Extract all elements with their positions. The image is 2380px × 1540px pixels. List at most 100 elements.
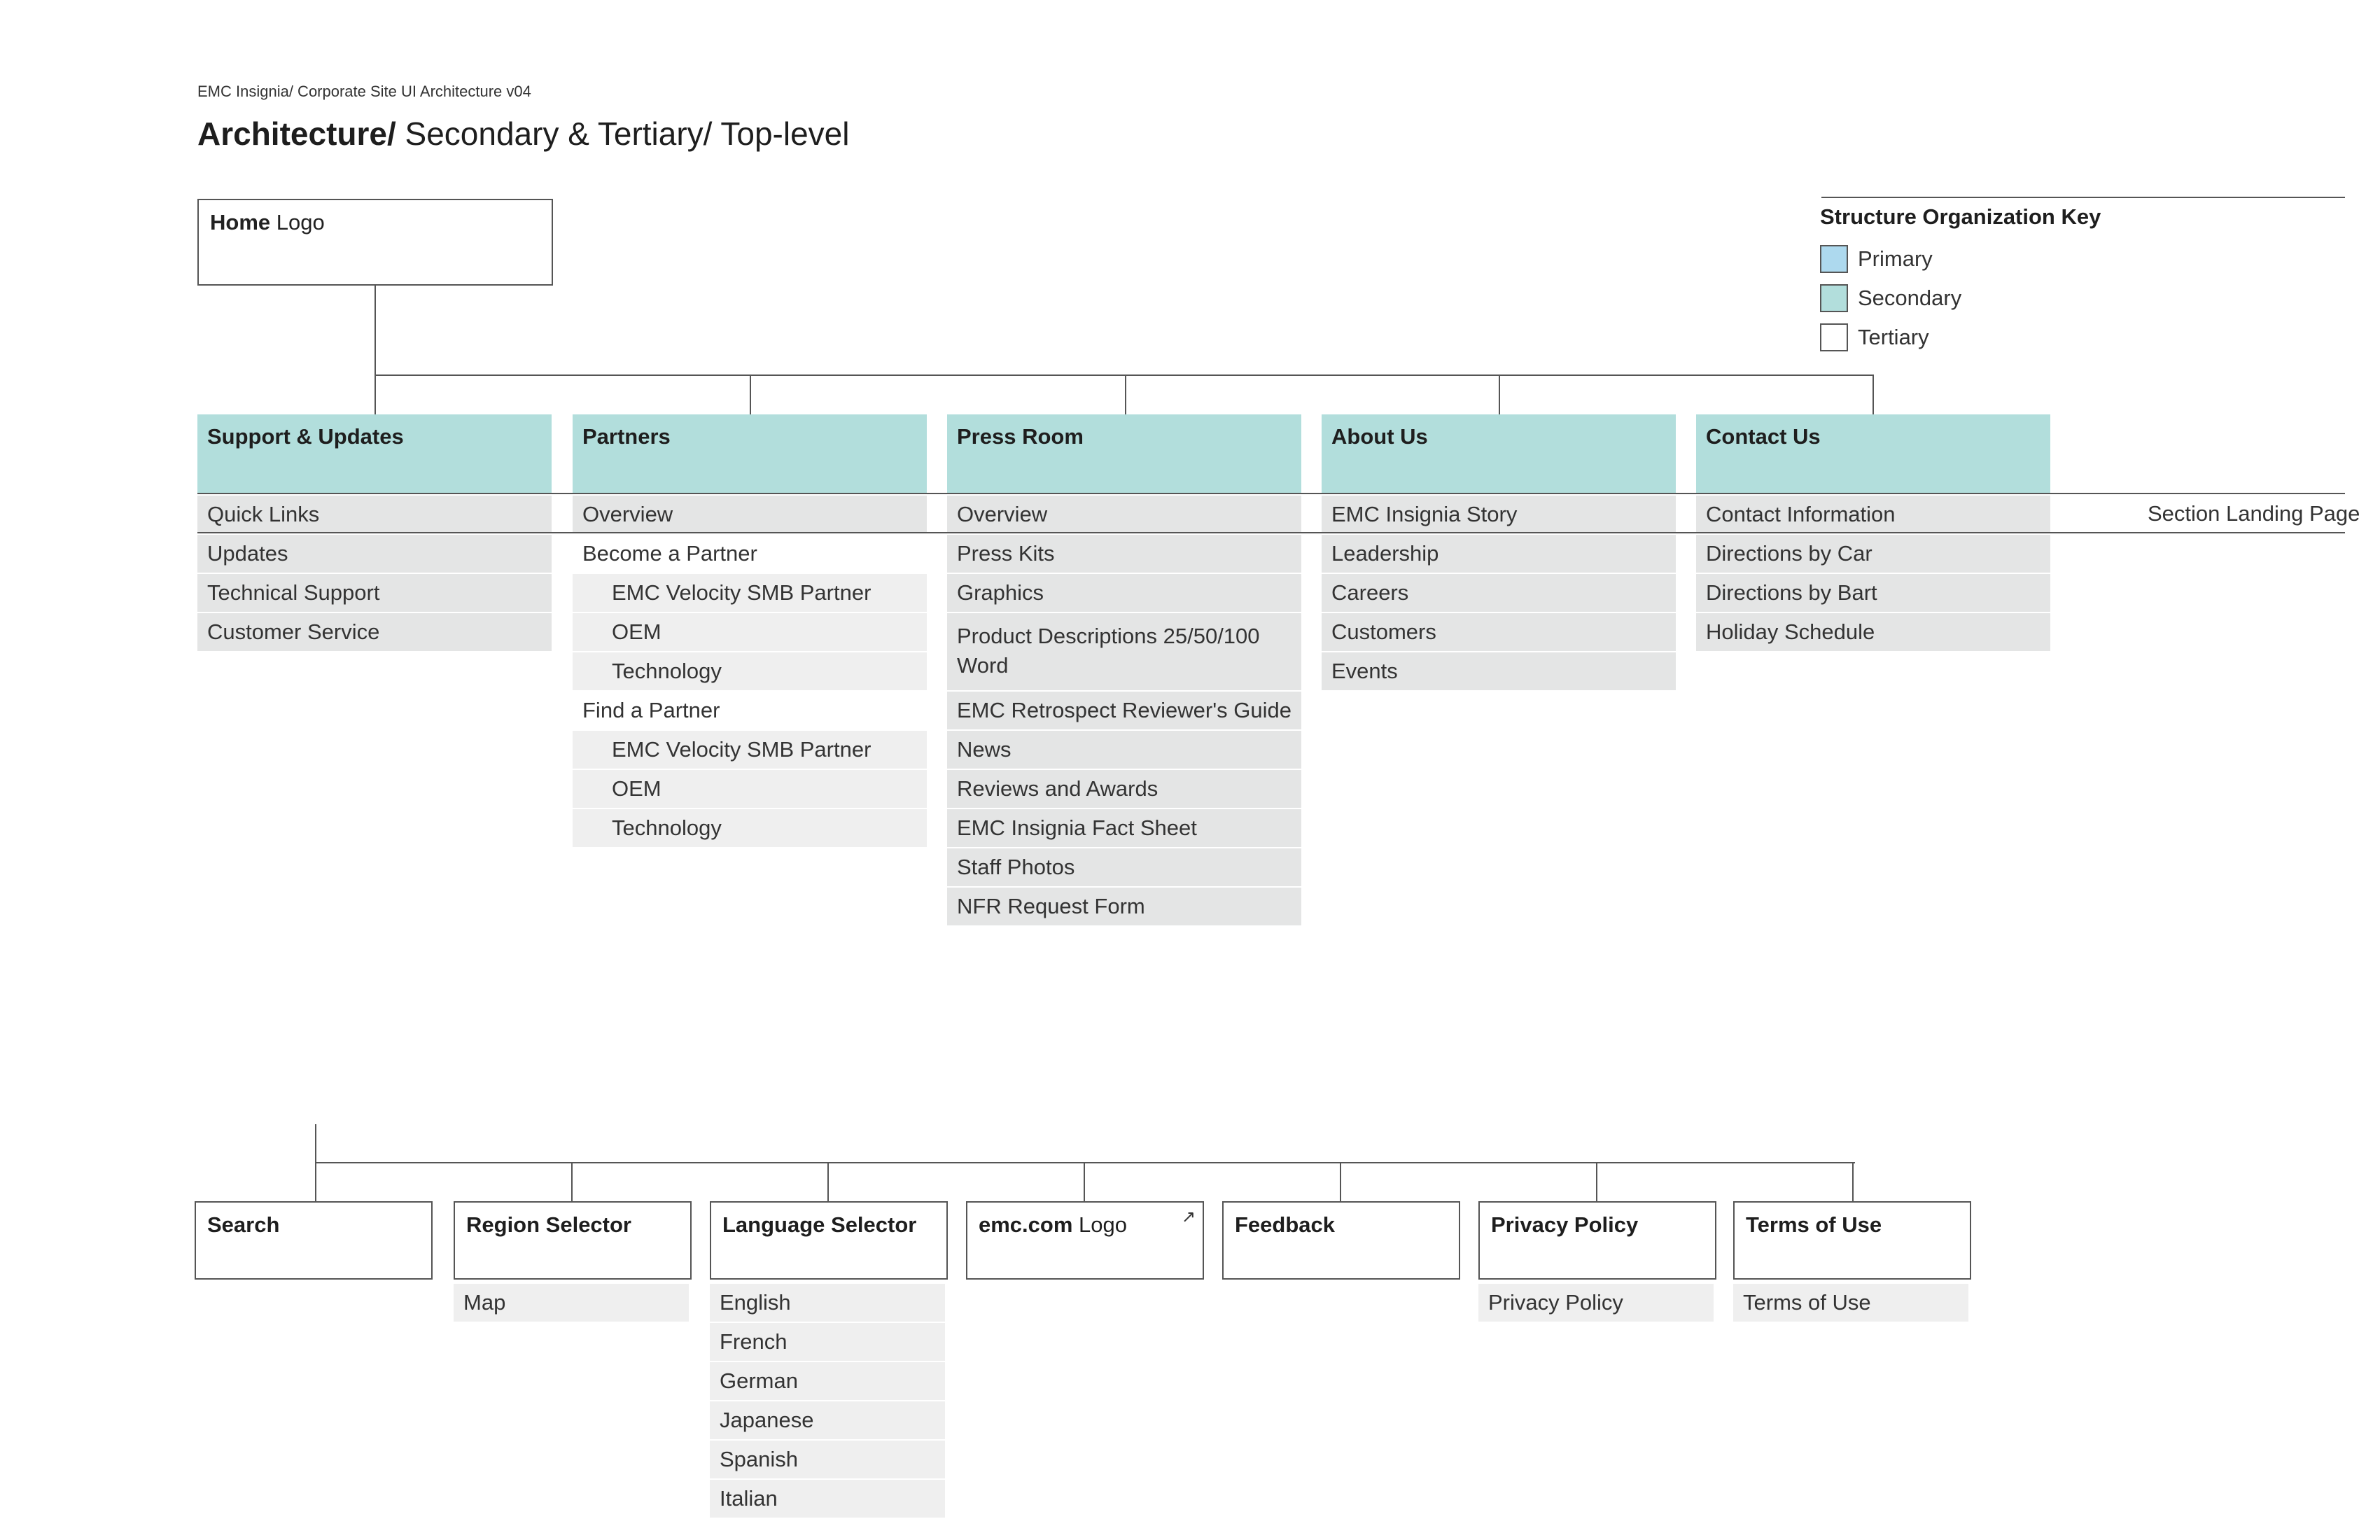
list-item[interactable]: Customers <box>1322 613 1676 651</box>
utility-connector-horizontal <box>315 1162 1855 1163</box>
list-item[interactable]: Privacy Policy <box>1478 1284 1714 1322</box>
tertiary-swatch <box>1820 323 1848 351</box>
language-selector-list: English French German Japanese Spanish I… <box>710 1284 945 1519</box>
section-landing-page-label: Section Landing Page <box>2148 501 2360 526</box>
utility-terms-label: Terms of Use <box>1746 1212 1882 1237</box>
utility-privacy-label: Privacy Policy <box>1491 1212 1639 1237</box>
list-item[interactable]: Overview <box>573 496 927 533</box>
list-item[interactable]: Technical Support <box>197 574 552 612</box>
primary-swatch <box>1820 245 1848 273</box>
list-item[interactable]: Staff Photos <box>947 848 1301 886</box>
list-item[interactable]: Technology <box>573 809 927 847</box>
section-about-us[interactable]: About Us <box>1322 414 1676 493</box>
about-us-list: EMC Insignia Story Leadership Careers Cu… <box>1322 496 1676 692</box>
list-item[interactable]: Press Kits <box>947 535 1301 573</box>
region-selector-list: Map <box>454 1284 689 1323</box>
external-link-icon: ↗ <box>1181 1208 1196 1226</box>
connector-home <box>374 286 376 416</box>
list-item[interactable]: Careers <box>1322 574 1676 612</box>
list-item[interactable]: Quick Links <box>197 496 552 533</box>
connector-about-us <box>1499 374 1500 416</box>
utility-region-selector[interactable]: Region Selector <box>454 1201 692 1280</box>
utility-language-label: Language Selector <box>722 1212 917 1237</box>
list-item[interactable]: Updates <box>197 535 552 573</box>
utility-connector-region <box>571 1162 573 1203</box>
list-item[interactable]: OEM <box>573 770 927 808</box>
section-partners[interactable]: Partners <box>573 414 927 493</box>
utility-search-label: Search <box>207 1212 280 1237</box>
list-item[interactable]: Contact Information <box>1696 496 2050 533</box>
landing-band-bottom-line <box>197 532 2345 533</box>
utility-connector-privacy <box>1596 1162 1597 1203</box>
utility-emc-logo-label: Logo <box>1072 1212 1127 1237</box>
section-contact-us[interactable]: Contact Us <box>1696 414 2050 493</box>
title-rest: Secondary & Tertiary/ Top-level <box>396 115 850 152</box>
key-title: Structure Organization Key <box>1820 204 2101 229</box>
list-item[interactable]: Terms of Use <box>1733 1284 1968 1322</box>
list-item[interactable]: News <box>947 731 1301 769</box>
list-item[interactable]: Events <box>1322 652 1676 690</box>
list-item[interactable]: Reviews and Awards <box>947 770 1301 808</box>
list-item[interactable]: Customer Service <box>197 613 552 651</box>
list-item[interactable]: English <box>710 1284 945 1322</box>
list-item[interactable]: Leadership <box>1322 535 1676 573</box>
page-title: Architecture/ Secondary & Tertiary/ Top-… <box>197 115 849 153</box>
list-item[interactable]: Directions by Bart <box>1696 574 2050 612</box>
landing-band-top-line <box>197 493 2345 494</box>
utility-connector-root <box>315 1124 316 1203</box>
utility-privacy-policy[interactable]: Privacy Policy <box>1478 1201 1716 1280</box>
list-item[interactable]: Holiday Schedule <box>1696 613 2050 651</box>
connector-partners <box>750 374 751 416</box>
utility-feedback[interactable]: Feedback <box>1222 1201 1460 1280</box>
connector-press-room <box>1125 374 1126 416</box>
list-item[interactable]: French <box>710 1323 945 1361</box>
contact-us-list: Contact Information Directions by Car Di… <box>1696 496 2050 652</box>
utility-connector-feedback <box>1340 1162 1341 1203</box>
key-item-primary: Primary <box>1820 244 1933 274</box>
connector-contact-us <box>1872 374 1874 416</box>
list-item[interactable]: Product Descriptions 25/50/100 Word <box>947 613 1301 690</box>
utility-terms-of-use[interactable]: Terms of Use <box>1733 1201 1971 1280</box>
press-room-list: Overview Press Kits Graphics Product Des… <box>947 496 1301 927</box>
list-item[interactable]: EMC Velocity SMB Partner <box>573 574 927 612</box>
list-item[interactable]: Graphics <box>947 574 1301 612</box>
utility-feedback-label: Feedback <box>1235 1212 1336 1237</box>
list-item[interactable]: Find a Partner <box>573 692 927 729</box>
list-item[interactable]: Italian <box>710 1480 945 1518</box>
list-item[interactable]: Directions by Car <box>1696 535 2050 573</box>
key-label-secondary: Secondary <box>1858 286 1962 310</box>
document-subtitle: EMC Insignia/ Corporate Site UI Architec… <box>197 83 531 100</box>
list-item[interactable]: EMC Retrospect Reviewer's Guide <box>947 692 1301 729</box>
list-item[interactable]: EMC Velocity SMB Partner <box>573 731 927 769</box>
key-label-primary: Primary <box>1858 246 1933 271</box>
list-item[interactable]: OEM <box>573 613 927 651</box>
list-item[interactable]: EMC Insignia Fact Sheet <box>947 809 1301 847</box>
utility-connector-emc <box>1084 1162 1085 1203</box>
list-item[interactable]: EMC Insignia Story <box>1322 496 1676 533</box>
section-press-room[interactable]: Press Room <box>947 414 1301 493</box>
key-item-tertiary: Tertiary <box>1820 322 1929 353</box>
list-item[interactable]: NFR Request Form <box>947 888 1301 925</box>
key-label-tertiary: Tertiary <box>1858 325 1929 349</box>
partners-list: Overview Become a Partner EMC Velocity S… <box>573 496 927 848</box>
list-item[interactable]: German <box>710 1362 945 1400</box>
privacy-policy-list: Privacy Policy <box>1478 1284 1714 1323</box>
utility-search[interactable]: Search <box>195 1201 433 1280</box>
utility-region-label: Region Selector <box>466 1212 631 1237</box>
key-item-secondary: Secondary <box>1820 283 1961 314</box>
utility-emc-logo[interactable]: emc.com Logo ↗ <box>966 1201 1204 1280</box>
home-logo-box[interactable]: Home Logo <box>197 199 553 286</box>
utility-language-selector[interactable]: Language Selector <box>710 1201 948 1280</box>
list-item[interactable]: Overview <box>947 496 1301 533</box>
home-logo-label: Logo <box>270 210 325 234</box>
list-item[interactable]: Become a Partner <box>573 535 927 573</box>
list-item[interactable]: Technology <box>573 652 927 690</box>
list-item[interactable]: Japanese <box>710 1401 945 1439</box>
section-support-updates[interactable]: Support & Updates <box>197 414 552 493</box>
key-divider <box>1821 197 2345 198</box>
utility-emc-label: emc.com <box>979 1212 1073 1237</box>
terms-of-use-list: Terms of Use <box>1733 1284 1968 1323</box>
secondary-swatch <box>1820 284 1848 312</box>
list-item[interactable]: Map <box>454 1284 689 1322</box>
list-item[interactable]: Spanish <box>710 1441 945 1478</box>
